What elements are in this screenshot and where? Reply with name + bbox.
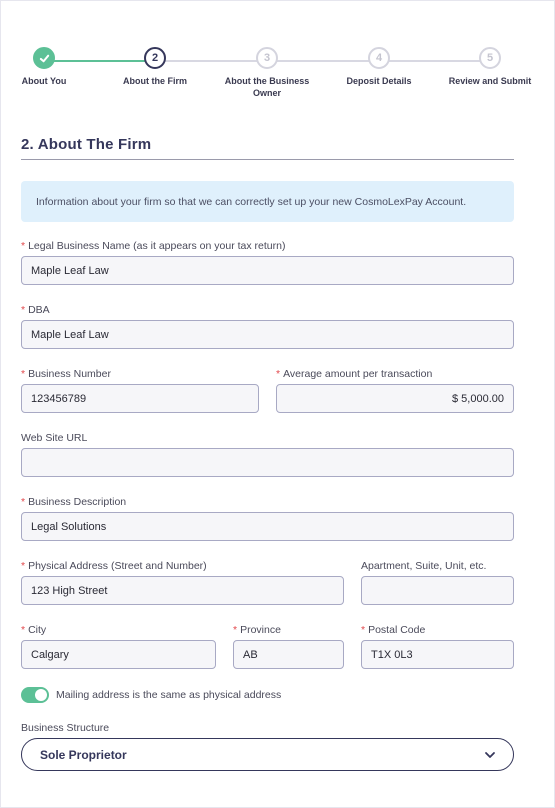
field-label: Apartment, Suite, Unit, etc. xyxy=(361,560,487,572)
dba-field: * DBA Maple Leaf Law xyxy=(21,303,514,349)
field-label-text: Physical Address (Street and Number) xyxy=(28,560,207,572)
required-marker: * xyxy=(233,624,238,636)
website-url-input[interactable] xyxy=(21,448,514,477)
apartment-field: Apartment, Suite, Unit, etc. xyxy=(361,559,514,605)
mailing-address-toggle-label: Mailing address is the same as physical … xyxy=(56,689,282,701)
required-marker: * xyxy=(361,624,366,636)
province-field: * Province AB xyxy=(233,623,344,669)
average-amount-field: * Average amount per transaction $ 5,000.… xyxy=(276,367,514,413)
legal-business-name-field: * Legal Business Name (as it appears on y… xyxy=(21,239,514,285)
step-number: 2 xyxy=(144,47,166,69)
step-label: Review and Submit xyxy=(448,76,532,86)
mailing-address-toggle-row: Mailing address is the same as physical … xyxy=(21,687,281,703)
business-description-input[interactable]: Legal Solutions xyxy=(21,512,514,541)
dba-input[interactable]: Maple Leaf Law xyxy=(21,320,514,349)
step-label: Deposit Details xyxy=(346,76,412,86)
average-amount-input[interactable]: $ 5,000.00 xyxy=(276,384,514,413)
postal-code-field: * Postal Code T1X 0L3 xyxy=(361,623,514,669)
field-label: * Business Description xyxy=(21,495,514,509)
field-label-text: Business Number xyxy=(28,368,111,380)
province-input[interactable]: AB xyxy=(233,640,344,669)
field-label-text: City xyxy=(28,624,47,636)
field-label: * Business Number xyxy=(21,367,259,381)
field-label-text: Average amount per transaction xyxy=(283,368,433,380)
required-marker: * xyxy=(21,240,26,252)
field-label: Web Site URL xyxy=(21,432,88,444)
step-label: About You xyxy=(21,76,67,86)
legal-business-name-input[interactable]: Maple Leaf Law xyxy=(21,256,514,285)
apartment-input[interactable] xyxy=(361,576,514,605)
required-marker: * xyxy=(21,368,26,380)
business-structure-value: Sole Proprietor xyxy=(40,747,127,762)
checkmark-icon xyxy=(39,54,49,62)
field-label-text: Postal Code xyxy=(368,624,426,636)
field-label: * Legal Business Name (as it appears on y… xyxy=(21,239,514,253)
field-label: * Average amount per transaction xyxy=(276,367,514,381)
field-label-text: DBA xyxy=(28,304,50,316)
field-label: Business Structure xyxy=(21,722,110,734)
required-marker: * xyxy=(21,304,26,316)
step-about-you[interactable]: About You xyxy=(0,47,99,87)
website-url-field: Web Site URL xyxy=(21,431,514,477)
business-structure-field: Business Structure Sole Proprietor xyxy=(21,721,514,771)
step-deposit-details[interactable]: 4 Deposit Details xyxy=(324,47,434,87)
postal-code-input[interactable]: T1X 0L3 xyxy=(361,640,514,669)
field-label-text: Legal Business Name (as it appears on yo… xyxy=(28,240,286,252)
physical-address-input[interactable]: 123 High Street xyxy=(21,576,344,605)
city-input[interactable]: Calgary xyxy=(21,640,216,669)
toggle-knob xyxy=(35,689,47,701)
business-structure-select[interactable]: Sole Proprietor xyxy=(21,738,514,771)
step-about-the-firm[interactable]: 2 About the Firm xyxy=(100,47,210,87)
city-field: * City Calgary xyxy=(21,623,216,669)
step-review-and-submit[interactable]: 5 Review and Submit xyxy=(435,47,545,87)
page-title: 2. About The Firm xyxy=(21,136,152,153)
business-description-field: * Business Description Legal Solutions xyxy=(21,495,514,541)
mailing-address-toggle[interactable] xyxy=(21,687,49,703)
required-marker: * xyxy=(21,560,26,572)
physical-address-field: * Physical Address (Street and Number) 12… xyxy=(21,559,344,605)
step-number: 3 xyxy=(256,47,278,69)
field-label-text: Province xyxy=(240,624,281,636)
field-label-text: Business Description xyxy=(28,496,127,508)
step-label: About the Business Owner xyxy=(224,76,310,98)
progress-stepper: About You 2 About the Firm 3 About the B… xyxy=(0,47,555,107)
info-banner: Information about your firm so that we c… xyxy=(21,181,514,222)
field-label: * DBA xyxy=(21,303,514,317)
required-marker: * xyxy=(21,624,26,636)
required-marker: * xyxy=(276,368,281,380)
field-label: * City xyxy=(21,623,216,637)
info-banner-text: Information about your firm so that we c… xyxy=(36,195,467,208)
field-label: * Province xyxy=(233,623,344,637)
required-marker: * xyxy=(21,496,26,508)
step-label: About the Firm xyxy=(123,76,187,86)
business-number-input[interactable]: 123456789 xyxy=(21,384,259,413)
field-label: * Physical Address (Street and Number) xyxy=(21,559,344,573)
step-about-the-business-owner[interactable]: 3 About the Business Owner xyxy=(212,47,322,99)
business-number-field: * Business Number 123456789 xyxy=(21,367,259,413)
step-number: 5 xyxy=(479,47,501,69)
field-label: * Postal Code xyxy=(361,623,514,637)
title-divider xyxy=(21,159,514,160)
chevron-down-icon xyxy=(485,751,495,758)
step-complete-circle xyxy=(33,47,55,69)
step-number: 4 xyxy=(368,47,390,69)
